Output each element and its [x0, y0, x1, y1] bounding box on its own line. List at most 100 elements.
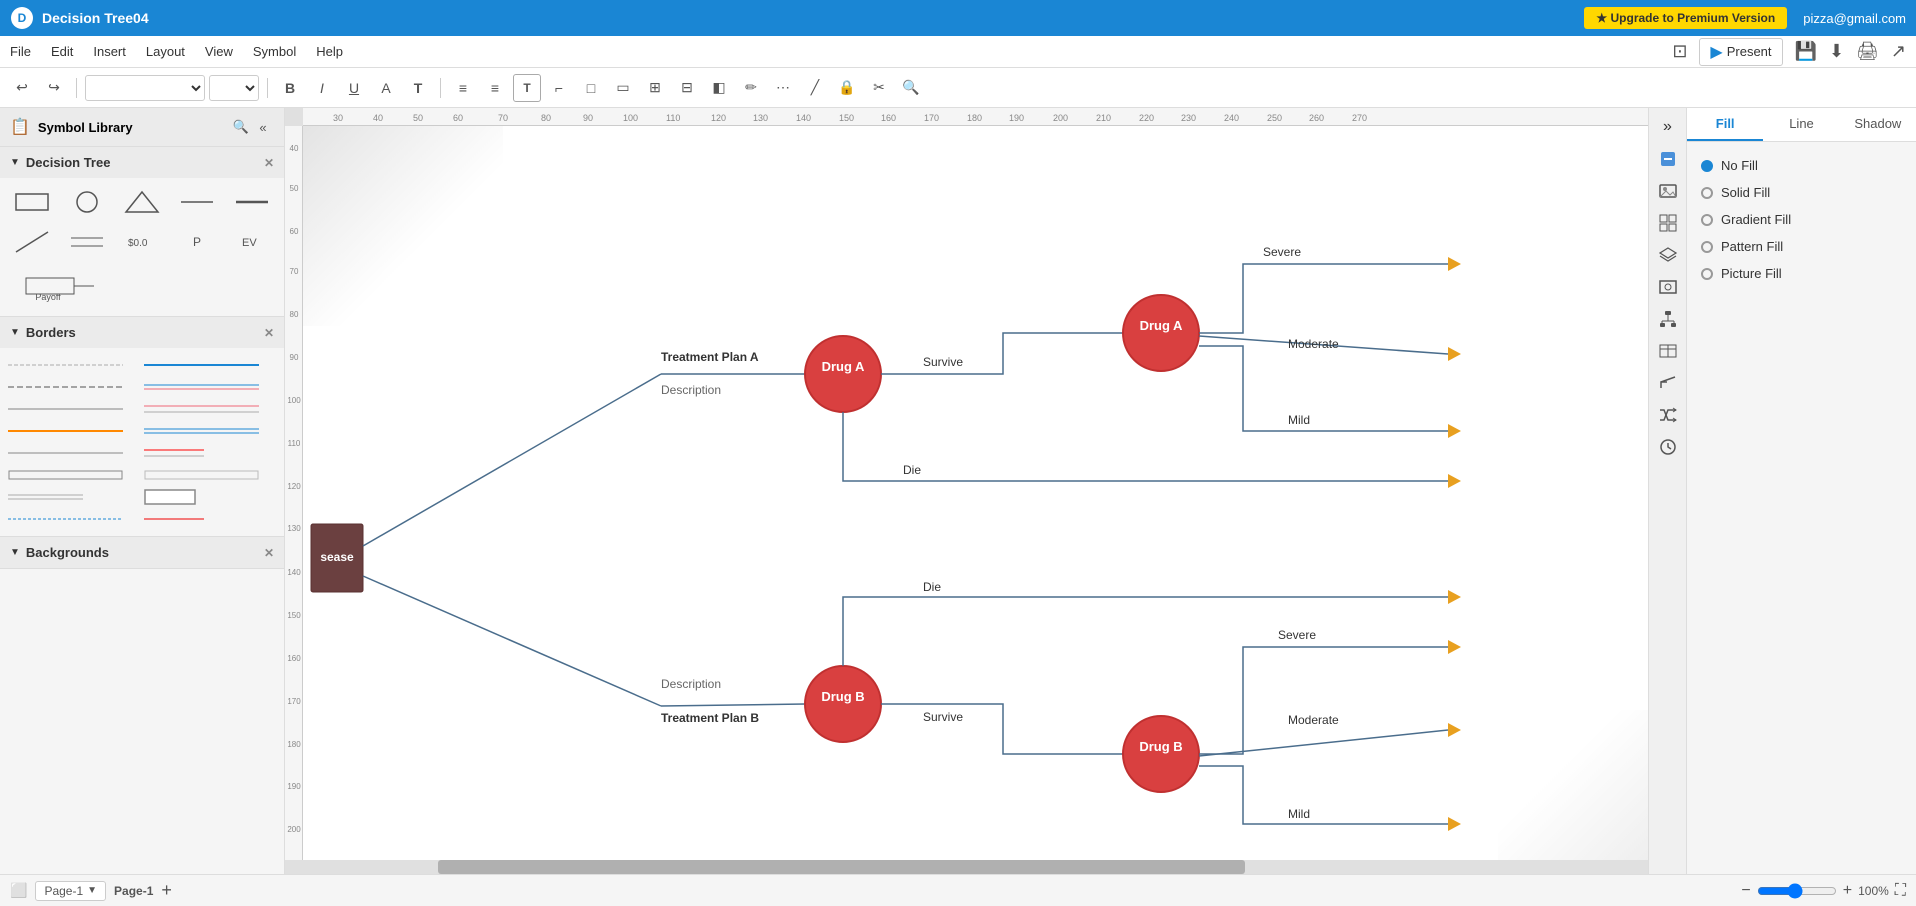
shape-line1[interactable] [172, 186, 221, 220]
shape-rectangle[interactable] [8, 186, 57, 220]
download-icon[interactable]: ⬇ [1829, 41, 1844, 62]
shape-circle[interactable] [63, 186, 112, 220]
menu-layout[interactable]: Layout [146, 44, 185, 59]
border-item-11[interactable] [8, 466, 140, 484]
table-icon[interactable] [1653, 336, 1683, 366]
menu-insert[interactable]: Insert [93, 44, 126, 59]
grid-icon[interactable] [1653, 208, 1683, 238]
align-left-button[interactable]: ≡ [449, 74, 477, 102]
border-item-15[interactable] [8, 510, 140, 528]
org-chart-icon[interactable] [1653, 304, 1683, 334]
line-style-button[interactable]: ⋯ [769, 74, 797, 102]
horizontal-scrollbar[interactable] [303, 860, 1648, 874]
collapse-panel-button[interactable]: « [252, 116, 274, 138]
paint-button[interactable]: ✏ [737, 74, 765, 102]
drug-b-node-1[interactable] [805, 666, 881, 742]
close-backgrounds-button[interactable]: ✕ [264, 546, 274, 560]
close-section-button[interactable]: ✕ [264, 156, 274, 170]
text-button[interactable]: T [404, 74, 432, 102]
shape2-button[interactable]: ▭ [609, 74, 637, 102]
undo-button[interactable]: ↩ [8, 74, 36, 102]
tab-fill[interactable]: Fill [1687, 108, 1763, 141]
border-item-7[interactable] [8, 422, 140, 440]
shape-dollar[interactable]: $0.0 [118, 226, 167, 260]
canvas[interactable]: sease Treatment Plan A Description Drug … [303, 126, 1648, 860]
close-borders-button[interactable]: ✕ [264, 326, 274, 340]
picture-fill-option[interactable]: Picture Fill [1697, 260, 1906, 287]
menu-help[interactable]: Help [316, 44, 343, 59]
scrollbar-thumb[interactable] [438, 860, 1245, 874]
collapse-right-icon[interactable]: » [1653, 112, 1683, 142]
menu-symbol[interactable]: Symbol [253, 44, 296, 59]
zoom-slider[interactable] [1757, 883, 1837, 899]
border-item-9[interactable] [8, 444, 140, 462]
decision-tree-header[interactable]: ▼ Decision Tree ✕ [0, 147, 284, 178]
tab-line[interactable]: Line [1763, 108, 1839, 141]
solid-fill-option[interactable]: Solid Fill [1697, 179, 1906, 206]
fullscreen-button[interactable]: ⛶ [1895, 882, 1906, 900]
shuffle-icon[interactable] [1653, 400, 1683, 430]
arrow-icon[interactable] [1653, 368, 1683, 398]
fill-button[interactable]: ◧ [705, 74, 733, 102]
border-item-5[interactable] [8, 400, 140, 418]
image2-icon[interactable] [1653, 272, 1683, 302]
shape4-button[interactable]: ⊟ [673, 74, 701, 102]
line-tool-button[interactable]: ╱ [801, 74, 829, 102]
connector-button[interactable]: ⌐ [545, 74, 573, 102]
zoom-in-button[interactable]: + [1843, 882, 1852, 900]
drug-a-node-1[interactable] [805, 336, 881, 412]
menu-view[interactable]: View [205, 44, 233, 59]
print-icon[interactable]: 🖨 [1856, 41, 1879, 62]
border-item-8[interactable] [144, 422, 276, 440]
shape-p[interactable]: P [172, 226, 221, 260]
shape-ev[interactable]: EV [227, 226, 276, 260]
bold-button[interactable]: B [276, 74, 304, 102]
cut-button[interactable]: ✂ [865, 74, 893, 102]
upgrade-button[interactable]: ★ Upgrade to Premium Version [1584, 7, 1787, 29]
shape-diagonal[interactable] [8, 226, 57, 260]
shape-lines2[interactable] [63, 226, 112, 260]
menu-edit[interactable]: Edit [51, 44, 73, 59]
border-item-12[interactable] [144, 466, 276, 484]
font-size-select[interactable] [209, 75, 259, 101]
gradient-fill-option[interactable]: Gradient Fill [1697, 206, 1906, 233]
menu-file[interactable]: File [10, 44, 31, 59]
page-tab[interactable]: Page-1 ▼ [35, 881, 106, 901]
border-item-4[interactable] [144, 378, 276, 396]
border-item-2[interactable] [144, 356, 276, 374]
redo-button[interactable]: ↪ [40, 74, 68, 102]
backgrounds-header[interactable]: ▼ Backgrounds ✕ [0, 537, 284, 568]
drug-b-node-2[interactable] [1123, 716, 1199, 792]
add-page-button[interactable]: + [161, 880, 172, 901]
font-family-select[interactable] [85, 75, 205, 101]
image-icon[interactable] [1653, 176, 1683, 206]
border-item-13[interactable] [8, 488, 140, 506]
layers-icon[interactable] [1653, 240, 1683, 270]
underline-button[interactable]: U [340, 74, 368, 102]
shape-line2[interactable] [227, 186, 276, 220]
fill-icon[interactable] [1653, 144, 1683, 174]
text-tool-button[interactable]: T [513, 74, 541, 102]
present-button[interactable]: ▶ Present [1699, 38, 1782, 66]
border-item-1[interactable] [8, 356, 140, 374]
italic-button[interactable]: I [308, 74, 336, 102]
border-item-10[interactable] [144, 444, 276, 462]
font-color-button[interactable]: A [372, 74, 400, 102]
pattern-fill-option[interactable]: Pattern Fill [1697, 233, 1906, 260]
border-item-3[interactable] [8, 378, 140, 396]
align-center-button[interactable]: ≡ [481, 74, 509, 102]
search-library-button[interactable]: 🔍 [230, 116, 252, 138]
shape-triangle[interactable] [118, 186, 167, 220]
shape-payoff[interactable]: Payoff [8, 266, 112, 308]
drug-a-node-2[interactable] [1123, 295, 1199, 371]
history-icon[interactable] [1653, 432, 1683, 462]
border-item-16[interactable] [144, 510, 276, 528]
canvas-area[interactable]: 30 40 50 60 70 80 90 100 110 120 130 140… [285, 108, 1648, 874]
share-icon[interactable]: ↗ [1891, 41, 1906, 62]
tab-shadow[interactable]: Shadow [1840, 108, 1916, 141]
shape-button[interactable]: □ [577, 74, 605, 102]
zoom-out-button[interactable]: − [1741, 882, 1750, 900]
shape3-button[interactable]: ⊞ [641, 74, 669, 102]
border-item-6[interactable] [144, 400, 276, 418]
search-button[interactable]: 🔍 [897, 74, 925, 102]
